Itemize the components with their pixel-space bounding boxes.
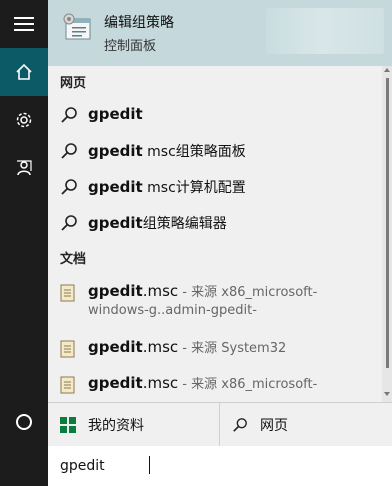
text-caret <box>149 456 150 474</box>
web-search-button[interactable]: 网页 <box>220 403 392 447</box>
document-result-item[interactable]: gpedit.msc - 来源 x86_microsoft- windows-g… <box>48 276 382 326</box>
group-policy-icon <box>60 12 94 46</box>
search-filter-bar: 我的资料 网页 <box>48 402 392 447</box>
hamburger-icon <box>14 17 34 31</box>
my-stuff-label: 我的资料 <box>88 418 144 434</box>
best-match-subtitle: 控制面板 <box>104 39 157 54</box>
web-result-item[interactable]: gpedit组策略编辑器 <box>48 206 382 240</box>
my-stuff-button[interactable]: 我的资料 <box>48 403 220 447</box>
document-result-label: gpedit.msc - 来源 x86_microsoft- <box>88 374 318 392</box>
start-rail <box>0 0 48 486</box>
best-match-result[interactable]: 编辑组策略 控制面板 <box>48 0 392 66</box>
web-label: 网页 <box>260 418 288 434</box>
search-box[interactable] <box>48 446 392 486</box>
web-result-item[interactable]: gpedit <box>48 98 382 132</box>
home-button[interactable] <box>0 48 48 96</box>
cortana-button[interactable] <box>0 398 48 446</box>
document-icon <box>60 376 75 394</box>
gear-icon <box>16 112 32 128</box>
search-icon <box>61 179 77 195</box>
search-input[interactable] <box>60 456 360 476</box>
home-icon <box>16 63 32 80</box>
web-result-label: gpedit组策略编辑器 <box>88 214 227 232</box>
section-header-documents: 文档 <box>60 252 87 267</box>
settings-button[interactable] <box>0 96 48 144</box>
web-result-label: gpedit msc组策略面板 <box>88 142 246 160</box>
document-icon <box>60 340 75 358</box>
search-icon <box>61 107 77 123</box>
section-header-web: 网页 <box>60 76 87 91</box>
web-result-item[interactable]: gpedit msc计算机配置 <box>48 170 382 204</box>
search-icon <box>61 215 77 231</box>
cortana-circle-icon <box>16 414 32 430</box>
search-results-list: 网页 gpedit gpedit msc组策略面板 gpedit msc计算机配… <box>48 66 392 402</box>
web-result-label: gpedit msc计算机配置 <box>88 178 246 196</box>
document-result-path: windows-g..admin-gpedit- <box>88 303 257 318</box>
document-icon <box>60 284 75 302</box>
blurred-preview <box>266 8 384 54</box>
hamburger-menu-button[interactable] <box>0 0 48 48</box>
feedback-icon <box>17 160 32 176</box>
document-result-item[interactable]: gpedit.msc - 来源 System32 <box>48 332 382 366</box>
document-result-item[interactable]: gpedit.msc - 来源 x86_microsoft- <box>48 368 382 402</box>
document-result-label: gpedit.msc - 来源 System32 <box>88 338 287 356</box>
web-result-label: gpedit <box>88 105 143 123</box>
scroll-up-arrow-icon[interactable] <box>384 68 390 72</box>
best-match-title: 编辑组策略 <box>104 15 174 31</box>
search-icon <box>61 143 77 159</box>
feedback-button[interactable] <box>0 144 48 192</box>
web-result-item[interactable]: gpedit msc组策略面板 <box>48 134 382 168</box>
windows-logo-icon <box>60 417 76 433</box>
scrollbar-thumb[interactable] <box>386 78 389 368</box>
scroll-down-arrow-icon[interactable] <box>384 392 390 396</box>
document-result-label: gpedit.msc - 来源 x86_microsoft- <box>88 282 318 300</box>
search-icon <box>233 418 247 432</box>
